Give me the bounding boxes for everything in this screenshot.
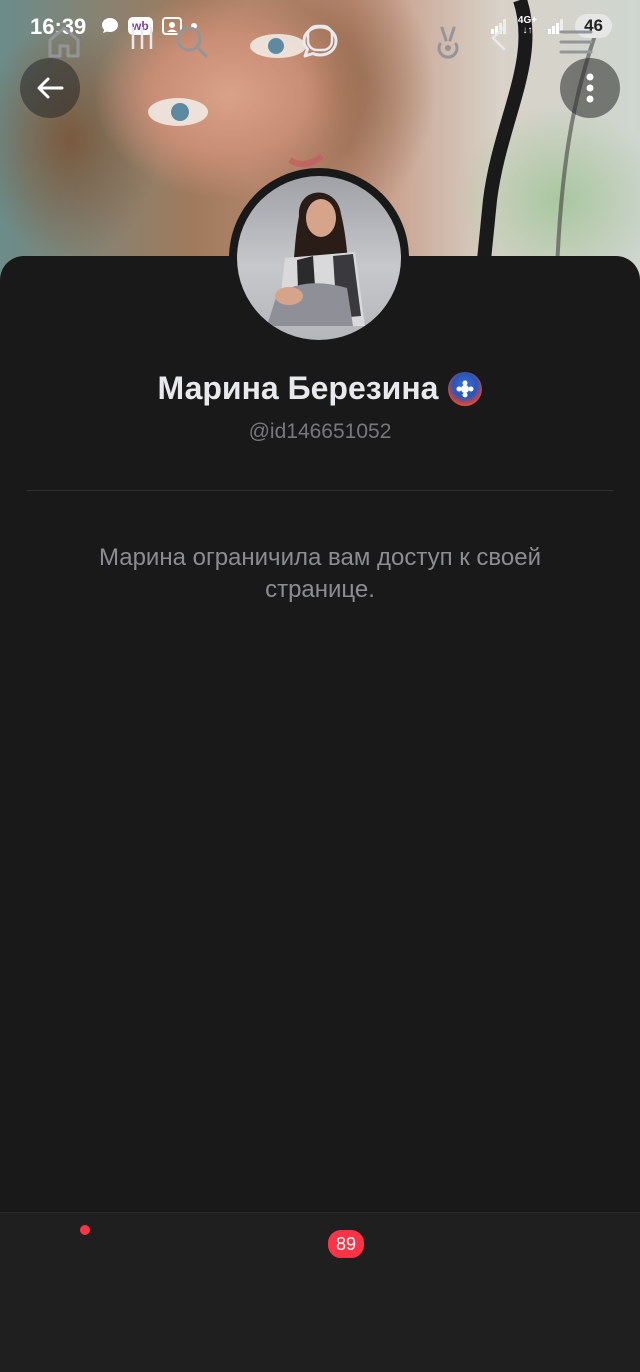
tab-menu[interactable] [552, 18, 600, 66]
restricted-access-message: Марина ограничила вам доступ к своей стр… [98, 544, 542, 603]
arrow-left-icon [37, 77, 64, 99]
profile-name: Марина Березина [157, 370, 439, 406]
nav-home-button[interactable] [296, 14, 344, 62]
home-icon [48, 26, 80, 58]
chat-bubble-icon [102, 18, 118, 33]
recents-icon [131, 27, 153, 49]
avatar-photo [267, 192, 365, 326]
profile-badge-icon[interactable] [448, 371, 483, 406]
home-circle-icon [306, 24, 334, 52]
tab-home[interactable] [40, 18, 88, 66]
system-nav-bar [0, 1296, 640, 1372]
home-notification-dot [80, 1225, 90, 1235]
clips-icon [437, 26, 459, 59]
search-icon [176, 26, 208, 58]
more-options-button[interactable] [560, 58, 620, 118]
more-vertical-icon [586, 73, 594, 103]
menu-icon [559, 30, 593, 54]
messages-count-badge: 89 [326, 1228, 366, 1260]
tab-search[interactable] [168, 18, 216, 66]
back-chevron-icon [491, 25, 506, 51]
back-button[interactable] [20, 58, 80, 118]
nav-back-button[interactable] [476, 14, 524, 62]
profile-name-row: Марина Березина [0, 370, 640, 407]
avatar-ring [229, 168, 409, 348]
bottom-tab-bar [0, 1212, 640, 1297]
tab-clips[interactable] [424, 18, 472, 66]
badge-glyph [456, 380, 474, 397]
profile-handle: @id146651052 [248, 420, 392, 443]
divider [27, 490, 613, 491]
avatar[interactable] [237, 176, 401, 340]
nav-recents-button[interactable] [118, 14, 166, 62]
